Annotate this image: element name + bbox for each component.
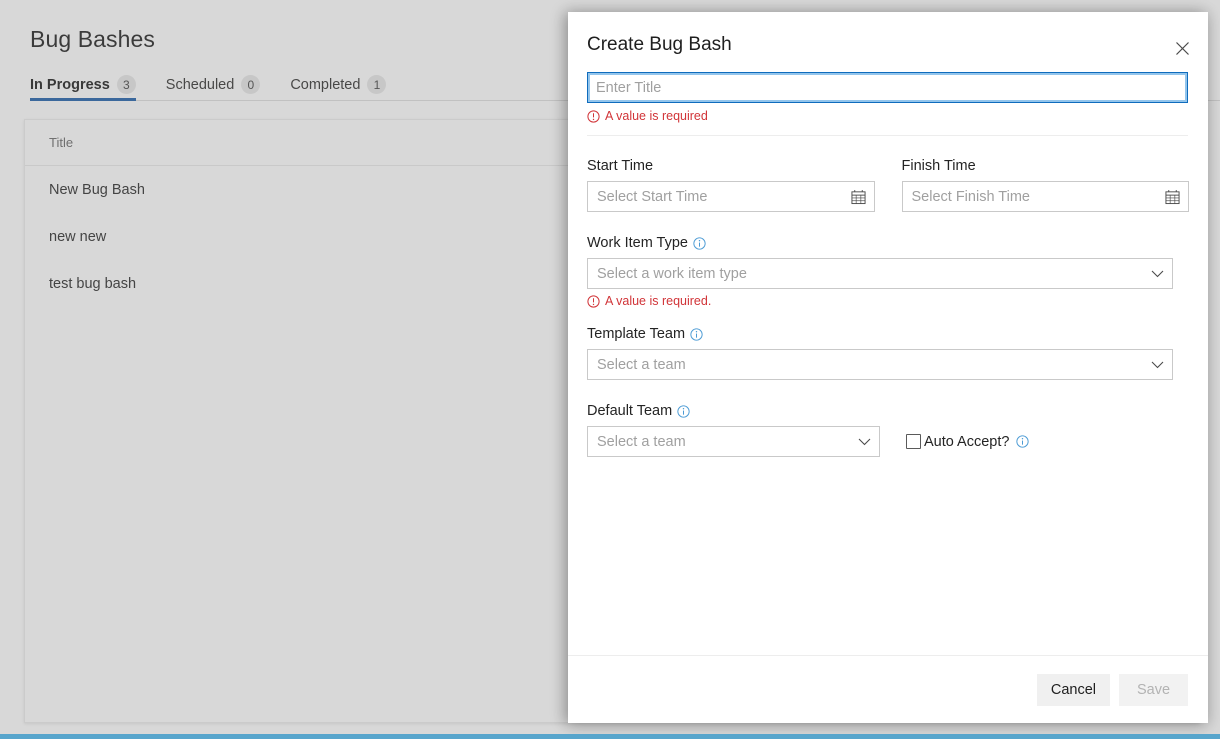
dialog-body: Start Time Select Start Time Finish Time…: [568, 136, 1208, 655]
cancel-button[interactable]: Cancel: [1036, 673, 1110, 706]
finish-time-placeholder: Select Finish Time: [911, 188, 1030, 205]
dialog-header: Create Bug Bash A value is required: [568, 12, 1208, 136]
template-team-placeholder: Select a team: [597, 356, 686, 373]
chevron-down-icon[interactable]: [1151, 269, 1164, 278]
status-strip: [0, 734, 1220, 739]
start-time-input[interactable]: Select Start Time: [587, 181, 875, 212]
default-team-label: Default Team: [587, 403, 673, 419]
chevron-down-icon[interactable]: [1151, 360, 1164, 369]
error-icon: [587, 294, 600, 308]
template-team-label: Template Team: [587, 326, 686, 342]
save-button: Save: [1119, 673, 1188, 706]
finish-time-label: Finish Time: [901, 158, 976, 174]
title-error-text: A value is required: [605, 109, 708, 123]
finish-time-field: Finish Time Select Finish Time: [901, 158, 1190, 212]
calendar-icon[interactable]: [1165, 189, 1180, 204]
close-icon[interactable]: [1168, 34, 1196, 62]
time-fields-row: Start Time Select Start Time Finish Time…: [587, 158, 1189, 212]
work-item-type-field: Work Item Type Select a work item type A…: [587, 235, 1189, 308]
title-input[interactable]: [587, 72, 1188, 103]
work-item-type-label: Work Item Type: [587, 235, 688, 251]
info-icon[interactable]: [677, 404, 690, 418]
header-divider: [587, 135, 1188, 136]
app-root: Bug Bashes In Progress 3 Scheduled 0 Com…: [0, 0, 1220, 739]
default-team-section: Default Team Select a team Auto Accept?: [587, 403, 1189, 457]
work-item-type-error-text: A value is required.: [605, 294, 712, 308]
default-team-label-wrap: Default Team: [587, 403, 1189, 419]
default-team-select[interactable]: Select a team: [587, 426, 880, 457]
info-icon[interactable]: [690, 327, 703, 341]
default-team-placeholder: Select a team: [597, 433, 686, 450]
calendar-icon[interactable]: [850, 189, 866, 204]
template-team-select[interactable]: Select a team: [587, 349, 1173, 380]
error-icon: [587, 109, 600, 123]
work-item-type-placeholder: Select a work item type: [597, 265, 747, 282]
chevron-down-icon[interactable]: [858, 437, 871, 446]
default-team-row: Select a team Auto Accept?: [587, 426, 1189, 457]
template-team-field: Template Team Select a team: [587, 326, 1189, 380]
title-error: A value is required: [587, 109, 1188, 123]
finish-time-label-wrap: Finish Time: [902, 158, 1190, 174]
create-bug-bash-dialog: Create Bug Bash A value is required: [568, 12, 1208, 723]
work-item-type-label-wrap: Work Item Type: [587, 235, 1189, 251]
start-time-field: Start Time Select Start Time: [587, 158, 875, 212]
info-icon[interactable]: [693, 236, 706, 250]
start-time-label: Start Time: [587, 158, 654, 174]
dialog-footer: Cancel Save: [568, 655, 1208, 723]
work-item-type-select[interactable]: Select a work item type: [587, 258, 1173, 289]
start-time-label-wrap: Start Time: [587, 158, 875, 174]
finish-time-input[interactable]: Select Finish Time: [901, 181, 1189, 212]
start-time-placeholder: Select Start Time: [597, 188, 708, 205]
dialog-title: Create Bug Bash: [587, 34, 732, 55]
auto-accept-label: Auto Accept?: [924, 433, 1010, 450]
info-icon[interactable]: [1016, 435, 1030, 448]
work-item-type-error: A value is required.: [587, 294, 1189, 308]
title-field-wrap: A value is required: [587, 72, 1188, 123]
template-team-label-wrap: Template Team: [587, 326, 1189, 342]
auto-accept-checkbox-row[interactable]: Auto Accept?: [906, 426, 1030, 457]
auto-accept-checkbox[interactable]: [906, 434, 921, 449]
